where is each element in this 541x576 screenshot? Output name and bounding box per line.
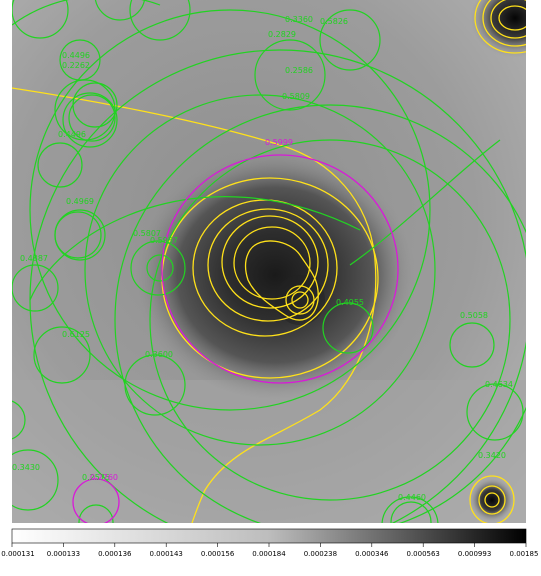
svg-text:0.4887: 0.4887 (20, 254, 48, 263)
svg-text:0.2586: 0.2586 (285, 66, 313, 75)
svg-text:0.3420: 0.3420 (478, 451, 506, 460)
svg-text:0.4496: 0.4496 (58, 130, 86, 139)
svg-text:0.5058: 0.5058 (460, 311, 488, 320)
svg-text:0.2262: 0.2262 (62, 61, 90, 70)
svg-text:0.4496: 0.4496 (62, 51, 90, 60)
colorbar-tick-label: 0.000184 (252, 550, 286, 558)
svg-text:0.5999: 0.5999 (265, 138, 293, 147)
central-source (135, 150, 415, 400)
colorbar-tick-label: 0.000238 (304, 550, 337, 558)
colorbar-tick-label: 0.000131 (1, 550, 34, 558)
svg-text:0.4969: 0.4969 (66, 197, 94, 206)
colorbar-tick-label: 0.000346 (355, 550, 389, 558)
image-viewer[interactable]: 0.4496 0.2262 0.3360 0.5826 0.2829 0.258… (0, 0, 541, 576)
svg-text:0.6125: 0.6125 (62, 330, 90, 339)
colorbar-tick-label: 0.000136 (98, 550, 132, 558)
svg-text:0.4634: 0.4634 (485, 380, 513, 389)
colorbar-ticks: 0.000131 0.000133 0.000136 0.000143 0.000156… (1, 543, 538, 558)
colorbar-tick-label: 0.000993 (458, 550, 491, 558)
svg-text:0.3360: 0.3360 (285, 15, 313, 24)
svg-text:0.4955: 0.4955 (336, 298, 364, 307)
colorbar-tick-label: 0.00185 (510, 550, 539, 558)
colorbar: 0.000131 0.000133 0.000136 0.000143 0.000156… (1, 528, 538, 558)
svg-text:0.3600: 0.3600 (145, 350, 173, 359)
corner-source-bottom (470, 478, 514, 522)
svg-text:0.2829: 0.2829 (268, 30, 296, 39)
colorbar-tick-label: 0.000563 (406, 550, 439, 558)
svg-text:0.2760: 0.2760 (90, 473, 118, 482)
svg-text:0.5809: 0.5809 (282, 92, 310, 101)
colorbar-tick-label: 0.000143 (149, 550, 182, 558)
svg-text:0.4460: 0.4460 (398, 493, 426, 502)
colorbar-tick-label: 0.000156 (201, 550, 235, 558)
astronomical-image: 0.4496 0.2262 0.3360 0.5826 0.2829 0.258… (12, 0, 526, 523)
svg-text:0.5826: 0.5826 (320, 17, 348, 26)
colorbar-tick-label: 0.000133 (47, 550, 80, 558)
svg-text:0.5937: 0.5937 (150, 236, 178, 245)
svg-text:0.3430: 0.3430 (12, 463, 40, 472)
